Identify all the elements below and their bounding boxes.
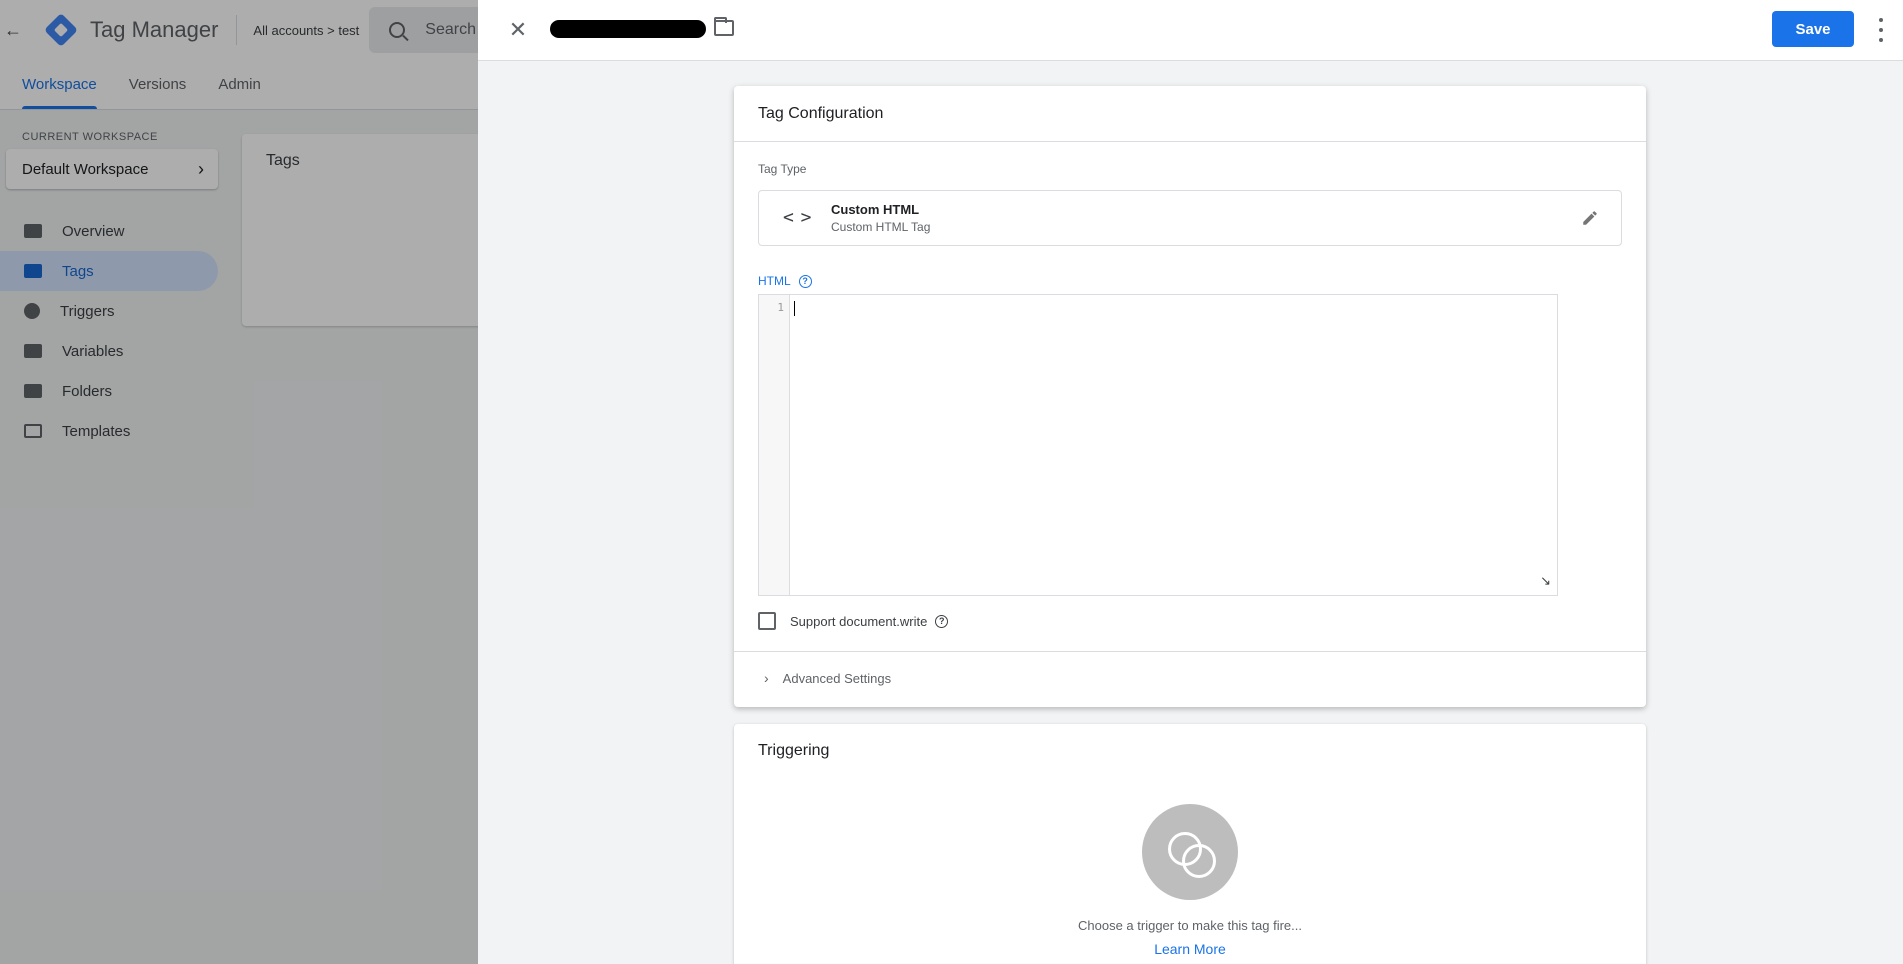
tag-type-name: Custom HTML [831, 202, 920, 217]
divider [734, 651, 1646, 652]
help-icon[interactable]: ? [935, 614, 949, 628]
html-label-text: HTML [758, 274, 791, 288]
tag-type-subtitle: Custom HTML Tag [831, 220, 931, 234]
trigger-hint: Choose a trigger to make this tag fire..… [1078, 918, 1302, 933]
resize-handle-icon[interactable]: ↘ [1540, 573, 1551, 589]
code-brackets-icon: < > [783, 207, 811, 228]
support-document-write-row: Support document.write ? [758, 612, 949, 630]
trigger-placeholder-icon[interactable] [1142, 804, 1238, 900]
support-document-write-checkbox[interactable] [758, 612, 776, 630]
folder-icon[interactable] [714, 17, 734, 36]
html-field-label: HTML ? [758, 274, 812, 288]
learn-more-link[interactable]: Learn More [734, 941, 1646, 957]
pencil-icon[interactable] [1581, 209, 1599, 227]
help-icon[interactable]: ? [798, 274, 812, 288]
advanced-settings-toggle[interactable]: › Advanced Settings [764, 670, 891, 686]
tag-configuration-card: Tag Configuration Tag Type < > Custom HT… [734, 86, 1646, 707]
more-options-icon[interactable] [1878, 18, 1884, 42]
tag-editor-sheet: ✕ [redacted] Save Tag Configuration Tag … [478, 0, 1903, 964]
tag-name-field[interactable]: [redacted] [550, 20, 706, 38]
line-number: 1 [777, 301, 784, 314]
close-icon[interactable]: ✕ [504, 16, 532, 44]
save-button[interactable]: Save [1772, 11, 1854, 47]
chevron-right-icon: › [764, 670, 769, 686]
support-document-write-label[interactable]: Support document.write [790, 614, 927, 629]
tag-type-selector[interactable]: < > Custom HTML Custom HTML Tag [758, 190, 1622, 246]
line-number-gutter: 1 [759, 295, 790, 595]
tag-configuration-title: Tag Configuration [734, 86, 1646, 142]
tag-type-label: Tag Type [758, 162, 807, 176]
advanced-settings-label: Advanced Settings [782, 670, 892, 686]
triggering-card[interactable]: Triggering Choose a trigger to make this… [734, 724, 1646, 964]
html-code-editor[interactable]: 1 ↘ [758, 294, 1558, 596]
text-cursor [794, 301, 795, 316]
triggering-title: Triggering [758, 742, 830, 759]
sheet-header: ✕ [redacted] Save [478, 0, 1903, 61]
